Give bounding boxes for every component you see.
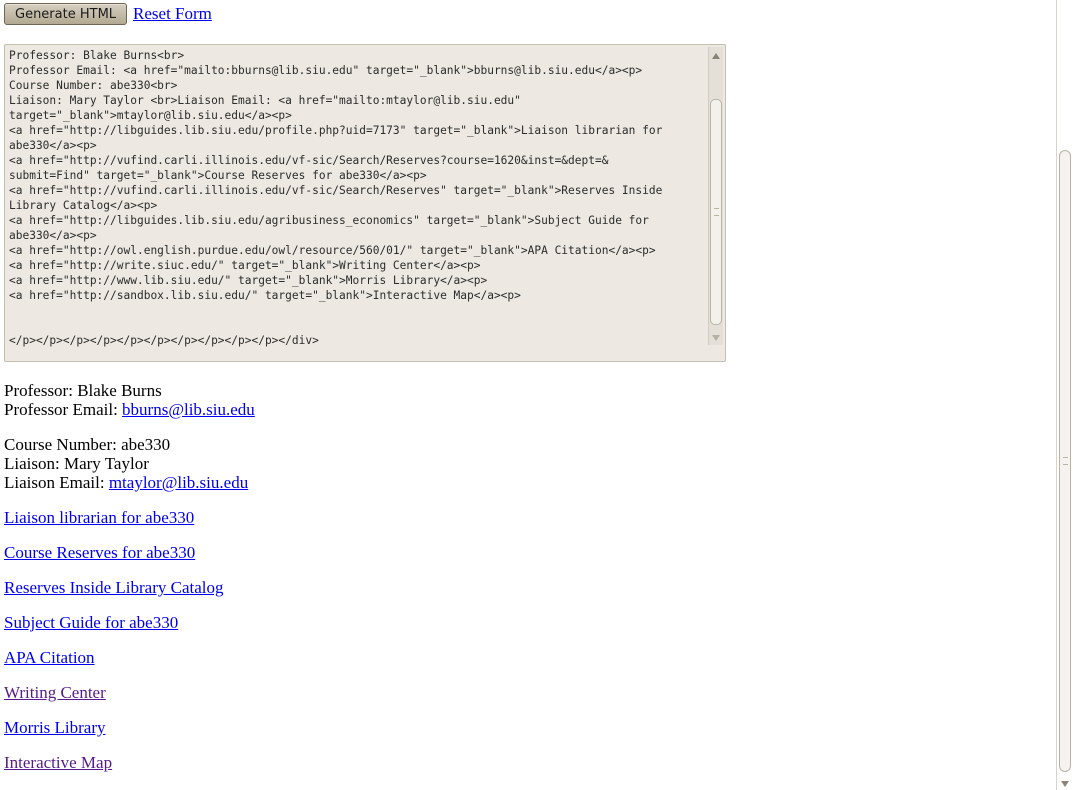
textarea-scrollbar[interactable]: [708, 47, 723, 345]
page-scroll-down-arrow-icon[interactable]: [1061, 781, 1069, 787]
link-row: Morris Library: [4, 718, 704, 737]
liaison-name: Liaison: Mary Taylor: [4, 454, 149, 473]
link-row: Course Reserves for abe330: [4, 543, 704, 562]
scroll-down-arrow-icon[interactable]: [712, 335, 720, 341]
page-scroll-thumb[interactable]: [1059, 150, 1071, 772]
professor-email-row: Professor Email: bburns@lib.siu.edu: [4, 400, 704, 419]
resource-link[interactable]: Liaison librarian for abe330: [4, 508, 194, 527]
resource-link[interactable]: Morris Library: [4, 718, 106, 737]
liaison-email-label: Liaison Email:: [4, 473, 109, 492]
professor-email-link[interactable]: bburns@lib.siu.edu: [122, 400, 255, 419]
resource-link[interactable]: Course Reserves for abe330: [4, 543, 195, 562]
resource-link[interactable]: APA Citation: [4, 648, 95, 667]
generate-html-button[interactable]: Generate HTML: [4, 3, 128, 25]
html-output-textarea[interactable]: Professor: Blake Burns<br> Professor Ema…: [4, 44, 726, 362]
link-row: APA Citation: [4, 648, 704, 667]
rendered-output: Professor: Blake Burns Professor Email: …: [4, 381, 704, 788]
link-row: Reserves Inside Library Catalog: [4, 578, 704, 597]
link-row: Liaison librarian for abe330: [4, 508, 704, 527]
reset-form-link[interactable]: Reset Form: [133, 4, 212, 24]
scroll-up-arrow-icon[interactable]: [712, 53, 720, 59]
toolbar: Generate HTML Reset Form: [4, 2, 212, 26]
professor-name: Professor: Blake Burns: [4, 381, 162, 400]
page-scrollbar[interactable]: [1056, 0, 1073, 790]
resource-link[interactable]: Writing Center: [4, 683, 106, 702]
link-row: Subject Guide for abe330: [4, 613, 704, 632]
resource-link[interactable]: Subject Guide for abe330: [4, 613, 178, 632]
html-code-text: Professor: Blake Burns<br> Professor Ema…: [9, 49, 663, 347]
link-row: Writing Center: [4, 683, 704, 702]
textarea-scroll-thumb[interactable]: [710, 99, 722, 325]
link-row: Interactive Map: [4, 753, 704, 772]
resource-link[interactable]: Interactive Map: [4, 753, 112, 772]
professor-email-label: Professor Email:: [4, 400, 123, 419]
resource-links: Liaison librarian for abe330 Course Reser…: [4, 508, 704, 772]
liaison-email-row: Liaison Email: mtaylor@lib.siu.edu: [4, 473, 704, 492]
resource-link[interactable]: Reserves Inside Library Catalog: [4, 578, 224, 597]
course-number: Course Number: abe330: [4, 435, 171, 454]
liaison-email-link[interactable]: mtaylor@lib.siu.edu: [109, 473, 248, 492]
